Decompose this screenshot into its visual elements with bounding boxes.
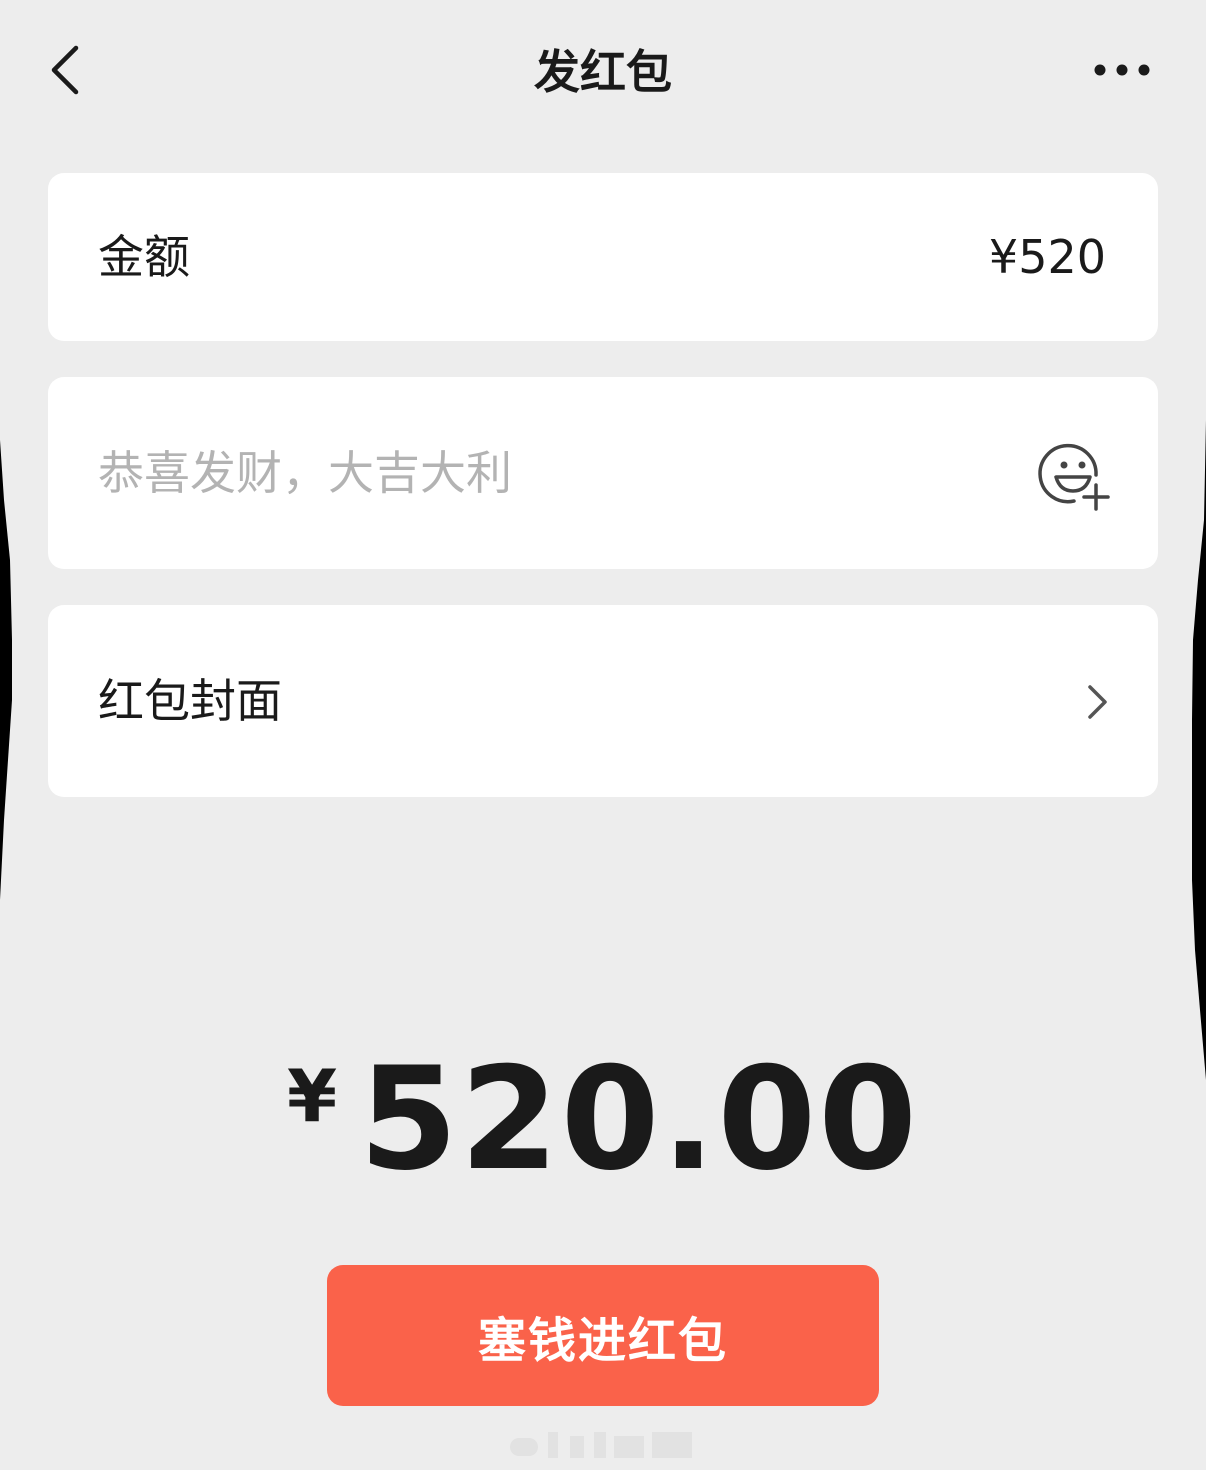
back-button[interactable]: [40, 38, 100, 102]
red-packet-cover-row[interactable]: 红包封面: [48, 605, 1158, 797]
cover-label: 红包封面: [98, 674, 282, 728]
total-amount-display: ¥520.00: [0, 1040, 1206, 1200]
emoji-button[interactable]: [1034, 437, 1114, 517]
red-packet-screen: 发红包 金额 ¥520 红包封面: [0, 0, 1206, 1470]
more-horizontal-icon: [1094, 64, 1150, 76]
watermark-graphic: [510, 1432, 692, 1458]
amount-label: 金额: [98, 230, 190, 284]
greeting-message-input[interactable]: [98, 443, 998, 503]
header-bar: 发红包: [0, 0, 1206, 140]
more-button[interactable]: [1086, 50, 1158, 90]
page-title: 发红包: [534, 45, 672, 99]
amount-card[interactable]: 金额 ¥520: [48, 173, 1158, 341]
chevron-left-icon: [51, 45, 79, 95]
total-amount-value: 520.00: [359, 1037, 920, 1202]
emoji-add-icon: [1038, 443, 1110, 511]
amount-value[interactable]: ¥520: [989, 227, 1106, 287]
chevron-right-icon: [1088, 685, 1107, 719]
message-card: [48, 377, 1158, 569]
total-currency-symbol: ¥: [286, 1054, 338, 1138]
put-money-button[interactable]: 塞钱进红包: [327, 1265, 879, 1406]
